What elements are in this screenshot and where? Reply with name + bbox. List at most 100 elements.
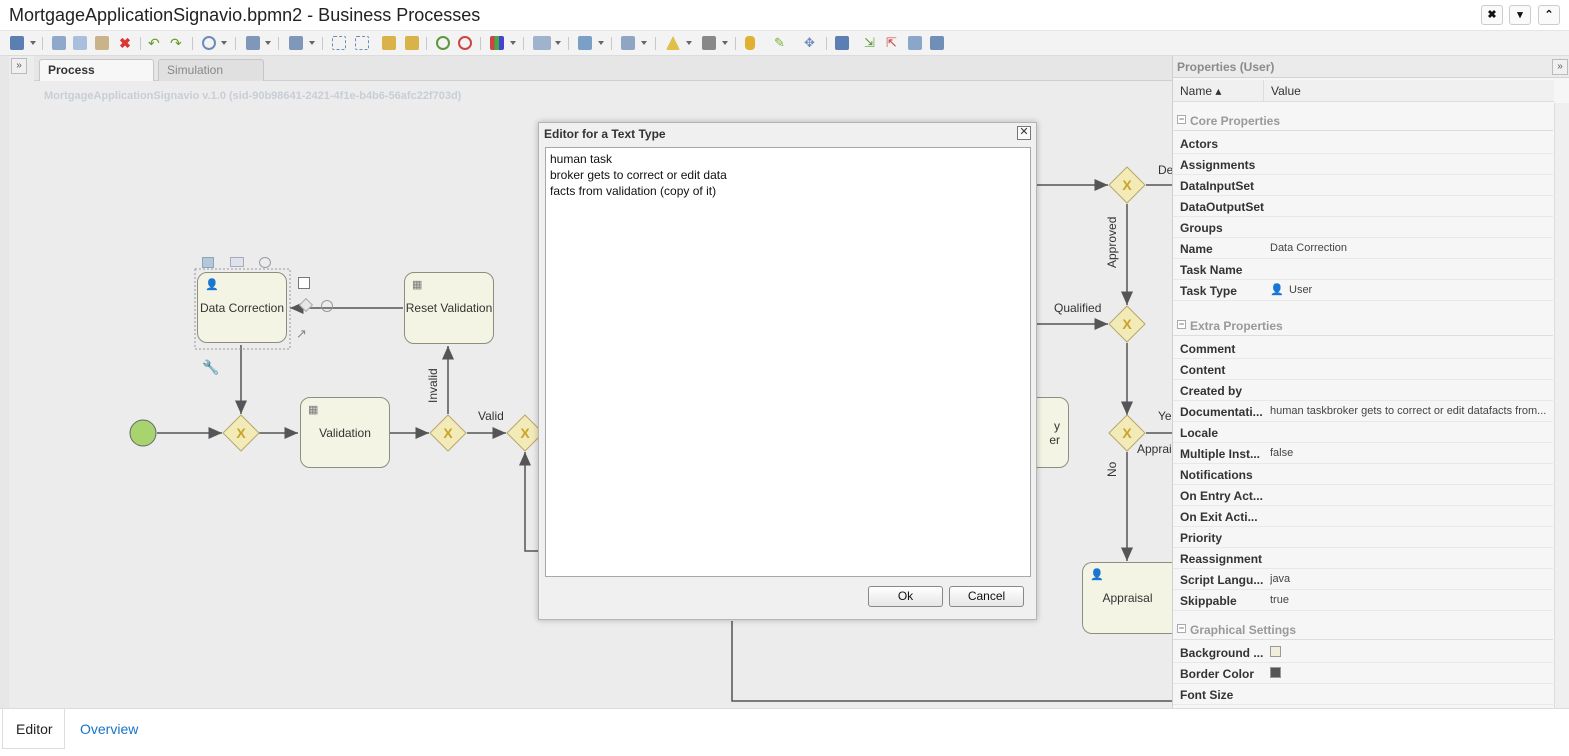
- paste-icon[interactable]: [95, 36, 109, 50]
- properties-scrollbar[interactable]: [1554, 103, 1569, 708]
- form-icon[interactable]: [702, 36, 716, 50]
- property-value[interactable]: User: [1289, 284, 1569, 296]
- chevron-down-icon[interactable]: [265, 41, 271, 45]
- chevron-down-icon[interactable]: [221, 41, 227, 45]
- layer-icon[interactable]: [246, 36, 260, 50]
- property-value[interactable]: false: [1270, 447, 1550, 459]
- property-row[interactable]: Border Color: [1173, 663, 1553, 684]
- property-row[interactable]: Background ...: [1173, 642, 1553, 663]
- dialog-close-button[interactable]: ✕: [1017, 126, 1031, 140]
- move-icon[interactable]: ✥: [804, 36, 818, 50]
- add-node-icon[interactable]: [436, 36, 450, 50]
- tab-overview[interactable]: Overview: [80, 721, 138, 737]
- copy-icon[interactable]: [73, 36, 87, 50]
- property-row[interactable]: Multiple Inst... false: [1173, 443, 1553, 464]
- add-event-icon[interactable]: [259, 257, 271, 268]
- column-header-name[interactable]: Name ▴: [1173, 80, 1263, 102]
- property-row[interactable]: Documentati... human taskbroker gets to c…: [1173, 401, 1553, 422]
- connector-arrow-icon[interactable]: ↗: [296, 326, 307, 342]
- property-row[interactable]: Comment: [1173, 338, 1553, 359]
- cancel-button[interactable]: Cancel: [949, 586, 1024, 607]
- add-task-icon[interactable]: [202, 257, 214, 268]
- task-appraisal[interactable]: 👤 Appraisal: [1082, 562, 1172, 634]
- zoom-fit-icon[interactable]: [332, 36, 346, 50]
- property-value[interactable]: true: [1270, 594, 1550, 606]
- database-icon[interactable]: [745, 36, 755, 50]
- property-row[interactable]: Font Size: [1173, 684, 1553, 705]
- collapse-panel-icon[interactable]: »: [1552, 59, 1568, 75]
- documentation-textarea[interactable]: human task broker gets to correct or edi…: [545, 147, 1031, 577]
- maximize-window-button[interactable]: ⌃: [1538, 5, 1560, 25]
- delete-icon[interactable]: ✖: [118, 36, 132, 50]
- chevron-down-icon[interactable]: [309, 41, 315, 45]
- property-row[interactable]: Priority: [1173, 527, 1553, 548]
- chevron-down-icon[interactable]: [598, 41, 604, 45]
- property-row[interactable]: DataInputSet: [1173, 175, 1553, 196]
- add-intermediate-event-icon[interactable]: [321, 300, 333, 312]
- border-color-swatch[interactable]: [1270, 667, 1281, 678]
- window-menu-button[interactable]: ▾: [1509, 5, 1531, 25]
- fullscreen-icon[interactable]: [930, 36, 944, 50]
- exclusive-gateway[interactable]: X: [222, 414, 260, 452]
- property-row[interactable]: Notifications: [1173, 464, 1553, 485]
- property-row[interactable]: Content: [1173, 359, 1553, 380]
- exclusive-gateway[interactable]: X: [1108, 166, 1146, 204]
- property-row[interactable]: Locale: [1173, 422, 1553, 443]
- validate-icon[interactable]: [666, 36, 680, 50]
- color-icon[interactable]: [490, 36, 504, 50]
- chevron-down-icon[interactable]: [686, 41, 692, 45]
- background-color-swatch[interactable]: [1270, 646, 1281, 657]
- save-as-icon[interactable]: [835, 36, 849, 50]
- task-data-correction[interactable]: 👤 Data Correction: [197, 272, 287, 343]
- exclusive-gateway[interactable]: X: [1108, 305, 1146, 343]
- tab-process-modelling[interactable]: Process Modelling: [39, 59, 154, 97]
- property-row[interactable]: Assignments: [1173, 154, 1553, 175]
- task-validation[interactable]: ▦ Validation: [300, 397, 390, 468]
- align-icon[interactable]: [289, 36, 303, 50]
- property-row[interactable]: Task Name: [1173, 259, 1553, 280]
- remove-node-icon[interactable]: [458, 36, 472, 50]
- close-window-button[interactable]: ✖: [1481, 5, 1503, 25]
- task-reset-validation[interactable]: ▦ Reset Validation: [404, 272, 494, 344]
- add-annotation-icon[interactable]: [230, 257, 244, 267]
- wrench-icon[interactable]: 🔧: [202, 359, 219, 376]
- property-row[interactable]: Reassignment: [1173, 548, 1553, 569]
- chevron-down-icon[interactable]: [510, 41, 516, 45]
- group-icon[interactable]: [355, 36, 369, 50]
- shape-checkbox-icon[interactable]: [298, 277, 310, 289]
- export-icon[interactable]: [578, 36, 592, 50]
- unlock-icon[interactable]: [405, 36, 419, 50]
- section-core-properties[interactable]: − Core Properties: [1173, 110, 1553, 131]
- undo-icon[interactable]: ↶: [148, 36, 162, 50]
- property-row[interactable]: On Exit Acti...: [1173, 506, 1553, 527]
- property-row[interactable]: Groups: [1173, 217, 1553, 238]
- tab-simulation-results[interactable]: Simulation Results: [158, 59, 264, 97]
- tab-editor[interactable]: Editor: [2, 709, 65, 749]
- section-graphical-settings[interactable]: − Graphical Settings: [1173, 619, 1553, 640]
- view-icon[interactable]: [533, 36, 551, 50]
- property-row[interactable]: Task Type User 👤: [1173, 280, 1553, 301]
- property-row[interactable]: Name Data Correction: [1173, 238, 1553, 259]
- column-header-value[interactable]: Value: [1263, 80, 1554, 102]
- property-row[interactable]: DataOutputSet: [1173, 196, 1553, 217]
- property-row[interactable]: Created by: [1173, 380, 1553, 401]
- save-icon[interactable]: [10, 36, 24, 50]
- collapse-section-icon[interactable]: −: [1177, 115, 1186, 124]
- property-row[interactable]: Actors: [1173, 133, 1553, 154]
- property-value[interactable]: java: [1270, 573, 1550, 585]
- chevron-down-icon[interactable]: [641, 41, 647, 45]
- collapse-section-icon[interactable]: −: [1177, 320, 1186, 329]
- property-row[interactable]: Skippable true: [1173, 590, 1553, 611]
- chevron-down-icon[interactable]: [555, 41, 561, 45]
- start-event[interactable]: [129, 419, 157, 447]
- chevron-down-icon[interactable]: [30, 41, 36, 45]
- expand-left-panel-icon[interactable]: »: [11, 58, 27, 74]
- cut-icon[interactable]: [52, 36, 66, 50]
- redo-icon[interactable]: ↷: [170, 36, 184, 50]
- collapse-section-icon[interactable]: −: [1177, 624, 1186, 633]
- lock-icon[interactable]: [382, 36, 396, 50]
- section-extra-properties[interactable]: − Extra Properties: [1173, 315, 1553, 336]
- expand-icon[interactable]: ⇲: [864, 36, 878, 50]
- window-icon[interactable]: [908, 36, 922, 50]
- shrink-icon[interactable]: ⇱: [886, 36, 900, 50]
